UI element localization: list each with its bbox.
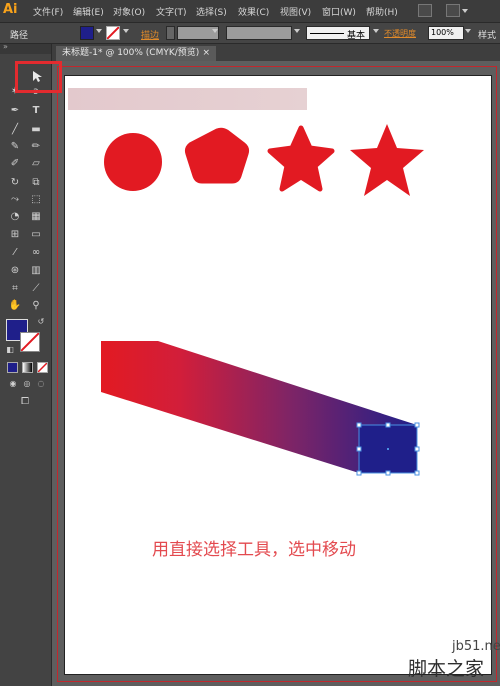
artwork-layer [68,88,424,476]
tool-highlight-box [15,61,62,93]
red-rounded-pentagon[interactable] [184,127,250,184]
instruction-text: 用直接选择工具，选中移动 [152,540,356,560]
center-point [387,448,389,450]
red-star[interactable] [350,124,424,196]
watermark-site: jb51.net [452,639,500,654]
red-rounded-star[interactable] [267,125,335,192]
red-circle[interactable] [104,133,162,191]
watermark-name: 脚本之家 [408,658,485,680]
gradient-bar[interactable] [68,88,307,110]
